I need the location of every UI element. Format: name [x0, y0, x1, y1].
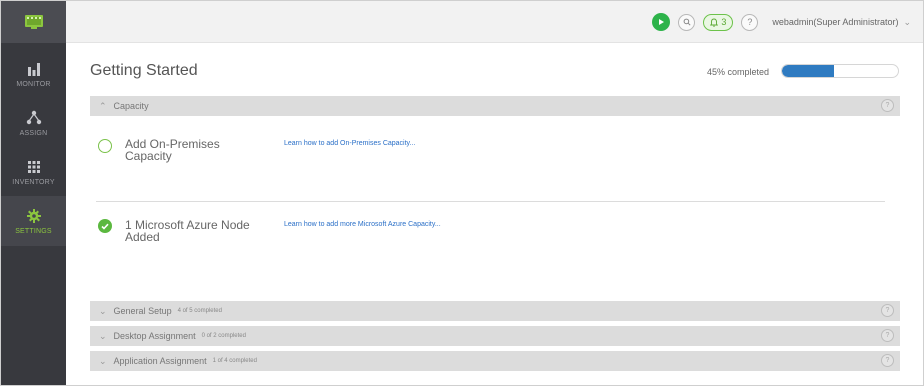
section-progress: 4 of 5 completed	[177, 308, 222, 314]
capacity-item-title-line: Capacity	[125, 149, 172, 163]
user-name: webadmin(Super Administrator)	[772, 16, 899, 27]
section-title: Desktop Assignment	[113, 331, 196, 341]
logo-icon	[24, 15, 43, 29]
section-progress: 0 of 2 completed	[201, 333, 246, 339]
sidebar-item-assign[interactable]: ASSIGN	[1, 98, 66, 148]
capacity-item-title: Add On-Premises Capacity	[125, 138, 220, 162]
help-icon[interactable]: ?	[881, 329, 894, 342]
help-icon[interactable]: ?	[881, 99, 894, 112]
search-icon	[683, 18, 691, 26]
learn-on-premises-link[interactable]: Learn how to add On-Premises Capacity...	[284, 140, 415, 147]
play-button[interactable]	[652, 13, 671, 31]
play-icon	[659, 19, 665, 25]
capacity-item-title-line: Added	[125, 230, 160, 244]
check-circle-icon	[98, 219, 112, 233]
top-bar: 3 ? webadmin(Super Administrator) ⌄	[66, 1, 923, 43]
bar-chart-icon	[27, 62, 40, 76]
sidebar-item-label: MONITOR	[16, 80, 51, 88]
help-button[interactable]: ?	[741, 13, 759, 31]
help-icon[interactable]: ?	[881, 304, 894, 317]
sidebar-item-label: SETTINGS	[15, 227, 52, 235]
sidebar-item-monitor[interactable]: MONITOR	[1, 49, 66, 99]
chevron-down-icon: ⌄	[99, 355, 107, 366]
incomplete-circle-icon	[98, 139, 112, 153]
help-icon[interactable]: ?	[881, 354, 894, 367]
sidebar-item-settings[interactable]: SETTINGS	[1, 196, 66, 246]
section-header-application-assignment[interactable]: ⌄ Application Assignment 1 of 4 complete…	[90, 351, 900, 371]
chevron-down-icon: ⌄	[903, 16, 911, 27]
learn-azure-link[interactable]: Learn how to add more Microsoft Azure Ca…	[284, 221, 441, 228]
search-button[interactable]	[678, 13, 696, 31]
gear-icon	[26, 208, 41, 223]
app-logo[interactable]	[1, 1, 66, 43]
assign-icon	[26, 110, 41, 124]
grid-icon	[27, 160, 40, 173]
section-header-general-setup[interactable]: ⌄ General Setup 4 of 5 completed ?	[90, 301, 900, 321]
sidebar: MONITOR ASSIGN INVENTORY SETTINGS	[1, 1, 66, 385]
checkmark-icon	[101, 223, 109, 230]
user-menu[interactable]: webadmin(Super Administrator) ⌄	[772, 17, 911, 28]
sidebar-item-label: INVENTORY	[12, 178, 55, 186]
section-title: Capacity	[113, 101, 149, 111]
chevron-up-icon: ⌃	[99, 100, 107, 111]
chevron-down-icon: ⌄	[99, 330, 107, 341]
bell-icon	[710, 18, 719, 27]
top-bar-actions: 3 ? webadmin(Super Administrator) ⌄	[652, 11, 911, 33]
section-title: General Setup	[113, 306, 172, 316]
sidebar-item-label: ASSIGN	[19, 129, 48, 137]
alerts-button[interactable]: 3	[703, 13, 734, 31]
page-title: Getting Started	[90, 62, 198, 79]
chevron-down-icon: ⌄	[99, 305, 107, 316]
sidebar-item-inventory[interactable]: INVENTORY	[1, 147, 66, 197]
divider	[96, 201, 885, 202]
capacity-item-title: 1 Microsoft Azure Node Added	[125, 219, 250, 243]
alert-count: 3	[721, 17, 727, 27]
progress-fill	[782, 65, 835, 77]
progress-label: 45% completed	[707, 67, 770, 77]
help-icon: ?	[747, 17, 753, 27]
section-header-desktop-assignment[interactable]: ⌄ Desktop Assignment 0 of 2 completed ?	[90, 326, 900, 346]
section-progress: 1 of 4 completed	[212, 358, 257, 364]
section-header-capacity[interactable]: ⌃ Capacity ?	[90, 96, 900, 116]
progress-bar	[781, 64, 899, 78]
section-title: Application Assignment	[113, 356, 207, 366]
